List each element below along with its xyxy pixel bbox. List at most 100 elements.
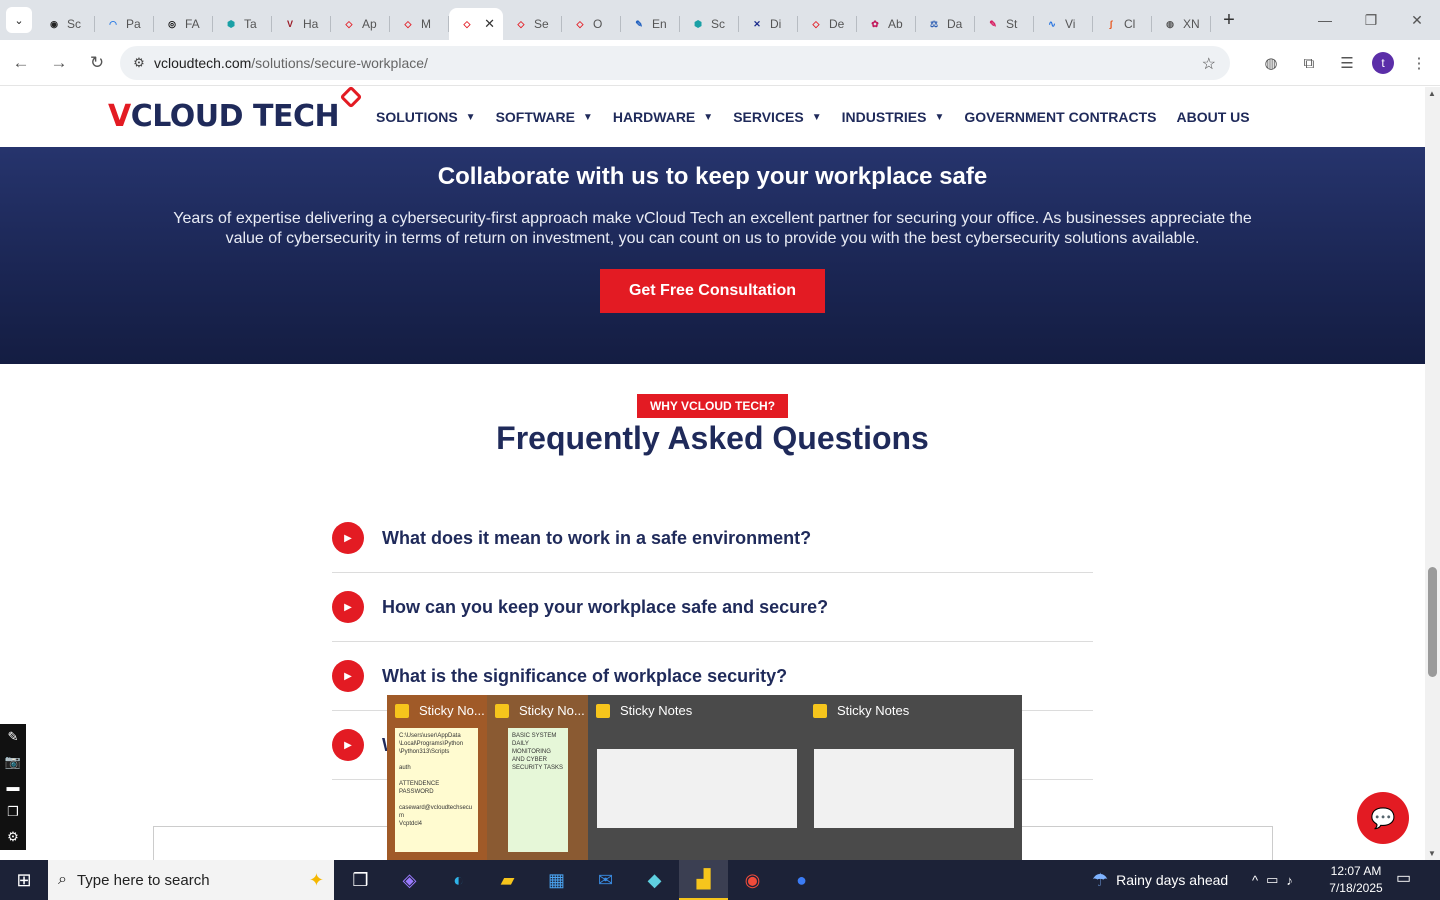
- play-arrow-icon: ▶: [332, 660, 364, 692]
- minimize-button[interactable]: —: [1302, 0, 1348, 40]
- profile-avatar[interactable]: t: [1372, 52, 1394, 74]
- mail-icon[interactable]: ✉: [581, 860, 630, 900]
- zoom-icon[interactable]: ●: [777, 860, 826, 900]
- note-thumbnail: C:\Users\user\AppData \Local\Programs\Pyt…: [395, 728, 478, 852]
- tab-label: M: [421, 17, 431, 31]
- close-tab-icon[interactable]: ✕: [484, 16, 495, 32]
- browser-tab[interactable]: ∫ Cl: [1093, 8, 1152, 40]
- scroll-thumb[interactable]: [1428, 567, 1437, 677]
- reload-button[interactable]: ↻: [80, 46, 114, 80]
- weather-widget[interactable]: ☂ Rainy days ahead: [1092, 860, 1228, 900]
- note-line: Vcptdcl4: [399, 821, 423, 827]
- tab-label: Ab: [888, 17, 903, 31]
- browser-tab[interactable]: ◇ M: [390, 8, 449, 40]
- browser-tab[interactable]: ◇ O: [562, 8, 621, 40]
- tab-favicon-icon: ◇: [345, 18, 353, 29]
- free-consultation-button[interactable]: Get Free Consultation: [599, 269, 826, 313]
- nav-services[interactable]: SERVICES ▼: [733, 109, 821, 125]
- main-nav: SOLUTIONS ▼ SOFTWARE ▼ HARDWARE ▼ SERVICES ▼ IND…: [376, 87, 1250, 147]
- gear-icon[interactable]: ⚙: [7, 829, 19, 845]
- nav-about-us[interactable]: ABOUT US: [1176, 109, 1249, 125]
- video-icon[interactable]: ▬: [7, 779, 20, 794]
- browser-tab[interactable]: ✎ En: [621, 8, 680, 40]
- tab-favicon-icon: ◇: [812, 18, 820, 29]
- taskbar-search[interactable]: ⌕ Type here to search ✦: [48, 860, 334, 900]
- browser-tab[interactable]: ◉ Sc: [36, 8, 95, 40]
- nav-industries[interactable]: INDUSTRIES ▼: [842, 109, 945, 125]
- nav-hardware[interactable]: HARDWARE ▼: [613, 109, 713, 125]
- preview-window-2[interactable]: Sticky No... BASIC SYSTEM DAILY MONITORI…: [487, 695, 588, 860]
- browser-tab[interactable]: ⬢ Sc: [680, 8, 739, 40]
- note-thumbnail: BASIC SYSTEM DAILY MONITORING AND CYBER S…: [508, 728, 568, 852]
- copilot-icon[interactable]: ◈: [385, 860, 434, 900]
- browser-tab[interactable]: ◠ Pa: [95, 8, 154, 40]
- browser-tab[interactable]: ✕ Di: [739, 8, 798, 40]
- tab-label: XN: [1183, 17, 1200, 31]
- start-button[interactable]: ⊞: [0, 860, 48, 900]
- file-explorer-icon[interactable]: ▰: [483, 860, 532, 900]
- faq-item[interactable]: ▶ What does it mean to work in a safe env…: [332, 504, 1093, 573]
- pen-icon[interactable]: ✎: [8, 729, 19, 745]
- preview-window-4[interactable]: Sticky Notes: [805, 695, 1022, 860]
- close-window-button[interactable]: ✕: [1394, 0, 1440, 40]
- scroll-up-arrow-icon[interactable]: ▲: [1428, 89, 1436, 98]
- store-icon[interactable]: ▦: [532, 860, 581, 900]
- browser-tab[interactable]: ⬢ Ta: [213, 8, 272, 40]
- browser-tab[interactable]: V Ha: [272, 8, 331, 40]
- task-view-icon[interactable]: ❒: [336, 860, 385, 900]
- nav-government-contracts[interactable]: GOVERNMENT CONTRACTS: [964, 109, 1156, 125]
- network-icon[interactable]: ▭: [1266, 872, 1278, 888]
- clock[interactable]: 12:07 AM 7/18/2025: [1326, 863, 1386, 897]
- play-arrow-icon: ▶: [332, 591, 364, 623]
- chat-button[interactable]: 💬: [1357, 792, 1409, 844]
- browser-tab[interactable]: ✿ Ab: [857, 8, 916, 40]
- address-bar[interactable]: ⚙ vcloudtech.com/solutions/secure-workpl…: [120, 46, 1230, 80]
- sticky-notes-taskbar-icon[interactable]: ▟: [679, 860, 728, 900]
- nav-software[interactable]: SOFTWARE ▼: [496, 109, 593, 125]
- notification-icon[interactable]: ▭: [1396, 868, 1411, 888]
- nav-solutions[interactable]: SOLUTIONS ▼: [376, 109, 476, 125]
- copy-icon[interactable]: ❐: [7, 804, 19, 820]
- extensions-icon[interactable]: ⧉: [1296, 46, 1322, 80]
- site-logo[interactable]: VCLOUD TECH: [108, 85, 363, 134]
- sticky-notes-icon: [395, 703, 409, 718]
- tab-search-button[interactable]: ⌄: [6, 7, 32, 33]
- chrome-icon[interactable]: ◉: [728, 860, 777, 900]
- system-tray: ^ ▭ ♪: [1252, 860, 1293, 900]
- translate-icon[interactable]: ◍: [1258, 46, 1284, 80]
- forward-button[interactable]: →: [42, 46, 76, 80]
- edge-icon[interactable]: ◐: [434, 860, 483, 900]
- browser-tab[interactable]: ◇ De: [798, 8, 857, 40]
- preview-window-1[interactable]: Sticky No... C:\Users\user\AppData \Local…: [387, 695, 487, 860]
- new-tab-button[interactable]: +: [1215, 6, 1243, 34]
- browser-tab[interactable]: ✎ St: [975, 8, 1034, 40]
- note-thumbnail: [597, 749, 797, 828]
- volume-icon[interactable]: ♪: [1286, 873, 1293, 888]
- menu-kebab-icon[interactable]: ⋮: [1406, 46, 1432, 80]
- search-placeholder: Type here to search: [76, 871, 210, 889]
- browser-tab[interactable]: ◍ XN: [1152, 8, 1211, 40]
- browser-tab[interactable]: ◇ Se: [503, 8, 562, 40]
- bookmark-star-icon[interactable]: ☆: [1202, 54, 1216, 74]
- app-diamond-icon[interactable]: ◆: [630, 860, 679, 900]
- browser-tab[interactable]: ∿ Vi: [1034, 8, 1093, 40]
- browser-tab[interactable]: ⚖ Da: [916, 8, 975, 40]
- browser-tab[interactable]: ◇ ✕: [449, 8, 503, 40]
- tab-favicon-icon: ⬢: [227, 18, 235, 29]
- preview-title: Sticky No...: [519, 703, 585, 718]
- back-button[interactable]: ←: [4, 46, 38, 80]
- site-info-icon[interactable]: ⚙: [124, 55, 154, 71]
- tab-favicon-icon: ∫: [1109, 19, 1113, 29]
- restore-button[interactable]: ❐: [1348, 0, 1394, 40]
- browser-tab[interactable]: ◇ Ap: [331, 8, 390, 40]
- preview-window-3[interactable]: Sticky Notes: [588, 695, 805, 860]
- browser-tab[interactable]: ◎ FA: [154, 8, 213, 40]
- camera-icon[interactable]: 📷: [5, 754, 21, 770]
- page-scrollbar[interactable]: ▲ ▼: [1425, 87, 1440, 860]
- chevron-up-icon[interactable]: ^: [1252, 873, 1258, 888]
- faq-item[interactable]: ▶ How can you keep your workplace safe an…: [332, 573, 1093, 642]
- weather-text: Rainy days ahead: [1116, 872, 1229, 888]
- media-control-icon[interactable]: ☰: [1334, 46, 1360, 80]
- scroll-down-arrow-icon[interactable]: ▼: [1428, 849, 1436, 858]
- clock-date: 7/18/2025: [1329, 881, 1383, 895]
